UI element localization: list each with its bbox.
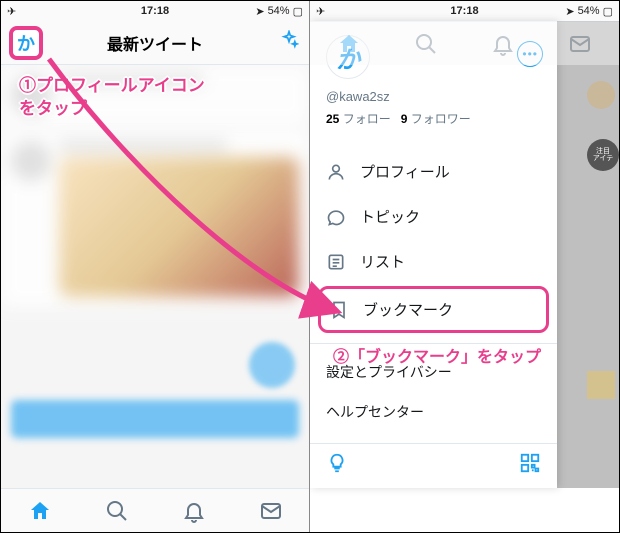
battery-icon: ▢ bbox=[293, 5, 303, 18]
drawer-item-bookmarks[interactable]: ブックマーク bbox=[318, 286, 549, 333]
user-handle[interactable]: @kawa2sz bbox=[326, 89, 541, 104]
battery-icon: ▢ bbox=[603, 5, 613, 18]
status-bar: ✈︎ 17:18 ➤ 54% ▢ bbox=[1, 1, 309, 21]
peek-image bbox=[587, 371, 615, 399]
status-time: 17:18 bbox=[141, 5, 169, 17]
drawer-item-topics[interactable]: トピック bbox=[310, 194, 557, 239]
battery-percent: 54% bbox=[578, 5, 600, 17]
tab-home-icon[interactable] bbox=[337, 32, 361, 56]
drawer-item-label: ブックマーク bbox=[363, 299, 453, 320]
drawer-item-help[interactable]: ヘルプセンター bbox=[310, 392, 557, 432]
side-peek-content: 注目 アイテ bbox=[587, 81, 619, 399]
bookmark-icon bbox=[329, 300, 349, 320]
location-icon: ➤ bbox=[255, 5, 264, 18]
location-icon: ➤ bbox=[565, 5, 574, 18]
drawer-item-profile[interactable]: プロフィール bbox=[310, 149, 557, 194]
tab-messages-icon[interactable] bbox=[568, 32, 592, 56]
phone-left-timeline: ✈︎ 17:18 ➤ 54% ▢ か 最新ツイート bbox=[1, 1, 310, 532]
tweet-image[interactable] bbox=[59, 157, 299, 297]
tab-notifications-icon[interactable] bbox=[182, 499, 206, 523]
list-icon bbox=[326, 252, 346, 272]
avatar-letter: か bbox=[17, 30, 35, 56]
page-title: 最新ツイート bbox=[107, 31, 203, 55]
bottom-tabbar bbox=[1, 488, 309, 532]
person-icon bbox=[326, 162, 346, 182]
tweet-item[interactable] bbox=[1, 65, 309, 125]
tweet-avatar bbox=[11, 141, 51, 181]
bottom-tabbar bbox=[310, 21, 619, 65]
featured-badge: 注目 アイテ bbox=[587, 139, 619, 171]
follow-stats[interactable]: 25 フォロー 9 フォロワー bbox=[326, 110, 541, 127]
compose-fab[interactable] bbox=[249, 342, 295, 388]
compose-bar[interactable] bbox=[11, 400, 299, 438]
tab-notifications-icon[interactable] bbox=[491, 32, 515, 56]
tweet-avatar bbox=[11, 75, 51, 115]
phone-right-drawer: ✈︎ 17:18 ➤ 54% ▢ 注目 アイテ か ••• @kawa2sz bbox=[310, 1, 619, 532]
lightbulb-icon[interactable] bbox=[326, 452, 348, 474]
drawer-item-label: トピック bbox=[360, 206, 420, 227]
timeline-feed[interactable] bbox=[1, 65, 309, 488]
drawer-item-label: プロフィール bbox=[360, 161, 450, 182]
drawer-item-label: ヘルプセンター bbox=[326, 402, 424, 422]
divider bbox=[310, 343, 557, 344]
tab-search-icon[interactable] bbox=[105, 499, 129, 523]
drawer-item-label: 設定とプライバシー bbox=[326, 362, 452, 382]
sparkle-icon[interactable] bbox=[279, 30, 299, 55]
tab-messages-icon[interactable] bbox=[259, 499, 283, 523]
status-time: 17:18 bbox=[450, 5, 478, 17]
side-drawer: か ••• @kawa2sz 25 フォロー 9 フォロワー プロフィール bbox=[310, 21, 557, 488]
tab-search-icon[interactable] bbox=[414, 32, 438, 56]
drawer-item-settings[interactable]: 設定とプライバシー bbox=[310, 352, 557, 392]
timeline-header: か 最新ツイート bbox=[1, 21, 309, 65]
status-bar: ✈︎ 17:18 ➤ 54% ▢ bbox=[310, 1, 619, 21]
profile-avatar-button[interactable]: か bbox=[11, 28, 41, 58]
topic-icon bbox=[326, 207, 346, 227]
peek-image bbox=[587, 81, 615, 109]
drawer-item-lists[interactable]: リスト bbox=[310, 239, 557, 284]
battery-percent: 54% bbox=[268, 5, 290, 17]
tweet-item[interactable] bbox=[1, 131, 309, 307]
drawer-item-label: リスト bbox=[360, 251, 405, 272]
airplane-mode-icon: ✈︎ bbox=[7, 5, 16, 18]
airplane-mode-icon: ✈︎ bbox=[316, 5, 325, 18]
qr-icon[interactable] bbox=[519, 452, 541, 474]
tab-home-icon[interactable] bbox=[28, 499, 52, 523]
